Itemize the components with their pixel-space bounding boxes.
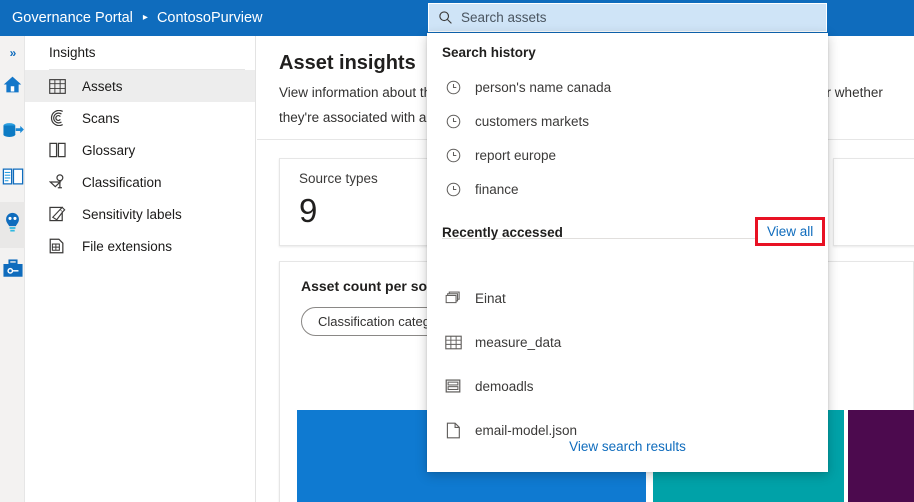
- open-book-icon: [49, 142, 71, 158]
- classification-icon: [49, 174, 71, 190]
- kpi-card-locked: [833, 158, 914, 246]
- clock-icon: [442, 114, 464, 129]
- recently-accessed-item[interactable]: Einat: [427, 281, 828, 315]
- recently-accessed-item[interactable]: measure_data: [427, 325, 828, 359]
- storage-server-icon: [442, 378, 464, 394]
- search-history-item[interactable]: report europe: [427, 138, 828, 172]
- search-icon: [438, 10, 453, 25]
- search-history-item-label: report europe: [475, 148, 556, 163]
- sensitivity-label-icon: [49, 206, 71, 222]
- insights-bulb-icon: [3, 212, 22, 239]
- sidebar-item-label: Sensitivity labels: [82, 207, 182, 222]
- search-placeholder-text: Search assets: [461, 10, 547, 25]
- view-all-button[interactable]: View all: [755, 217, 825, 246]
- recently-accessed-item-label: demoadls: [475, 379, 534, 394]
- insights-nav-panel: Insights Assets Scans: [25, 36, 256, 502]
- search-history-item-label: finance: [475, 182, 519, 197]
- sidebar-item-assets[interactable]: Assets: [25, 70, 255, 102]
- sidebar-item-sensitivity-labels[interactable]: Sensitivity labels: [25, 198, 255, 230]
- view-all-label: View all: [767, 224, 813, 239]
- file-extension-icon: [49, 238, 71, 254]
- search-history-item-label: customers markets: [475, 114, 589, 129]
- search-input[interactable]: Search assets: [428, 3, 827, 32]
- sidebar-item-label: Assets: [82, 79, 123, 94]
- rail-item-insights[interactable]: [0, 202, 25, 248]
- table-grid-icon: [49, 79, 71, 94]
- rail-item-data-map[interactable]: [0, 110, 25, 156]
- management-toolbox-icon: [2, 259, 24, 284]
- kpi-value: 9: [299, 189, 317, 233]
- search-history-item[interactable]: finance: [427, 172, 828, 206]
- sidebar-item-label: Glossary: [82, 143, 135, 158]
- rail-item-glossary[interactable]: [0, 156, 25, 202]
- rail-item-management[interactable]: [0, 248, 25, 294]
- rail-item-home[interactable]: [0, 64, 25, 110]
- scan-radar-icon: [49, 110, 71, 126]
- search-history-heading: Search history: [442, 45, 536, 60]
- recently-accessed-item-label: measure_data: [475, 335, 561, 350]
- kpi-label: Source types: [299, 171, 378, 186]
- page-title: Asset insights: [279, 52, 416, 75]
- sidebar-item-scans[interactable]: Scans: [25, 102, 255, 134]
- home-icon: [2, 74, 23, 100]
- recently-accessed-heading: Recently accessed: [442, 225, 563, 240]
- search-history-item[interactable]: person's name canada: [427, 70, 828, 104]
- nav-panel-title: Insights: [25, 36, 255, 69]
- table-grid-icon: [442, 335, 464, 350]
- sidebar-item-classification[interactable]: Classification: [25, 166, 255, 198]
- search-history-item-label: person's name canada: [475, 80, 611, 95]
- expand-rail-button[interactable]: »: [0, 42, 25, 64]
- recently-accessed-item-label: email-model.json: [475, 423, 577, 438]
- clock-icon: [442, 80, 464, 95]
- view-search-results-link[interactable]: View search results: [427, 439, 828, 454]
- breadcrumb-current-account[interactable]: ContosoPurview: [157, 10, 263, 26]
- breadcrumb: Governance Portal ▸ ContosoPurview: [0, 10, 263, 26]
- clock-icon: [442, 182, 464, 197]
- sidebar-item-label: Classification: [82, 175, 162, 190]
- recently-accessed-item-label: Einat: [475, 291, 506, 306]
- collection-layers-icon: [442, 290, 464, 306]
- breadcrumb-root-link[interactable]: Governance Portal: [12, 10, 133, 26]
- clock-icon: [442, 148, 464, 163]
- search-history-item[interactable]: customers markets: [427, 104, 828, 138]
- left-icon-rail: »: [0, 36, 25, 502]
- data-map-icon: [2, 121, 24, 146]
- glossary-book-icon: [2, 167, 24, 191]
- recently-accessed-item[interactable]: demoadls: [427, 369, 828, 403]
- sidebar-item-label: File extensions: [82, 239, 172, 254]
- file-document-icon: [442, 422, 464, 439]
- sidebar-item-file-extensions[interactable]: File extensions: [25, 230, 255, 262]
- breadcrumb-separator-icon: ▸: [143, 13, 148, 23]
- purview-asset-insights-screen: Governance Portal ▸ ContosoPurview Searc…: [0, 0, 914, 502]
- search-suggestions-flyout: Search history person's name canada cust…: [427, 33, 828, 472]
- sidebar-item-label: Scans: [82, 111, 120, 126]
- sidebar-item-glossary[interactable]: Glossary: [25, 134, 255, 166]
- bar-series-3[interactable]: [848, 410, 914, 502]
